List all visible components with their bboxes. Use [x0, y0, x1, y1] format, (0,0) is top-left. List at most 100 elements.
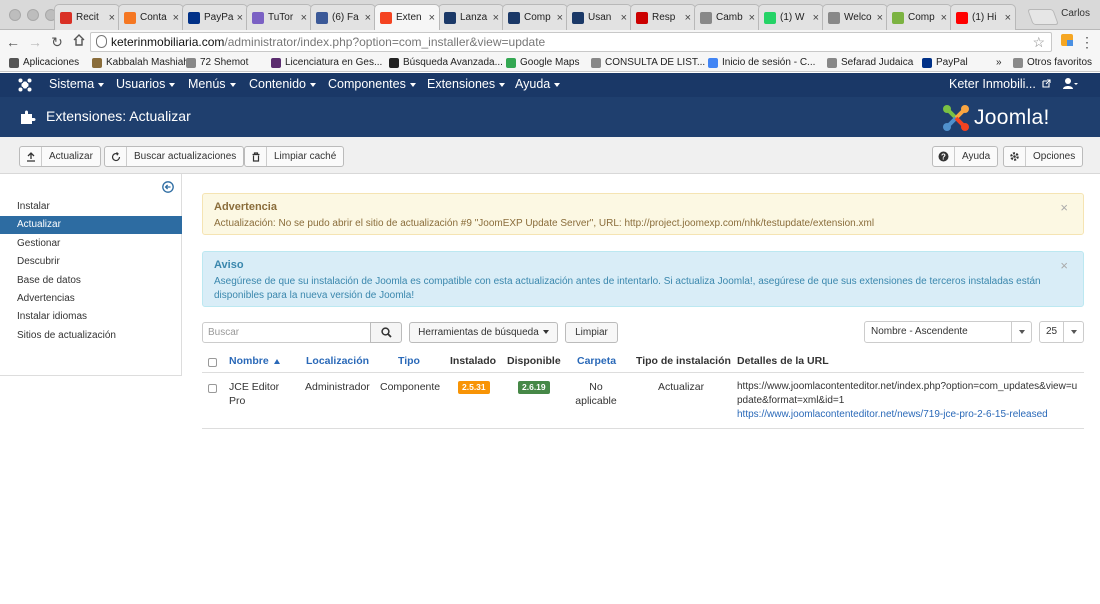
- find-updates-button[interactable]: Buscar actualizaciones: [104, 146, 245, 167]
- browser-tab[interactable]: (1) Hi ×: [950, 4, 1016, 30]
- bookmark-item[interactable]: Sefarad Judaica: [827, 57, 913, 68]
- nav-menu-2[interactable]: Usuarios: [116, 77, 176, 91]
- document-icon: [186, 57, 196, 68]
- joomla-logo-icon[interactable]: [18, 78, 32, 92]
- nav-menu-6[interactable]: Extensiones: [427, 77, 506, 91]
- browser-tab[interactable]: Welco ×: [822, 4, 888, 30]
- column-folder-header[interactable]: Carpeta: [577, 355, 616, 367]
- column-type-header[interactable]: Tipo: [398, 355, 420, 367]
- bookmark-item[interactable]: CONSULTA DE LIST...: [591, 57, 705, 68]
- column-location-header[interactable]: Localización: [306, 355, 369, 367]
- browser-tab[interactable]: Recit ×: [54, 4, 120, 30]
- clear-button[interactable]: Limpiar: [565, 322, 618, 343]
- close-tab-icon[interactable]: ×: [685, 12, 691, 24]
- warning-close-button[interactable]: ×: [1060, 200, 1068, 215]
- close-tab-icon[interactable]: ×: [813, 12, 819, 24]
- browser-tab-title: Comp: [908, 12, 935, 23]
- apps-icon: [9, 57, 19, 68]
- collapse-sidebar-icon[interactable]: [162, 181, 174, 193]
- nav-menu-1[interactable]: Sistema: [49, 77, 105, 91]
- close-tab-icon[interactable]: ×: [429, 12, 435, 24]
- browser-tab[interactable]: Comp ×: [502, 4, 568, 30]
- bookmark-item[interactable]: Aplicaciones: [9, 57, 79, 68]
- close-tab-icon[interactable]: ×: [109, 12, 115, 24]
- nav-menu-3[interactable]: Menús: [188, 77, 236, 91]
- window-minimize-button[interactable]: [27, 9, 39, 21]
- close-tab-icon[interactable]: ×: [941, 12, 947, 24]
- address-bar[interactable]: keterinmobiliaria.com/administrator/inde…: [90, 32, 1052, 52]
- reload-icon[interactable]: ↻: [48, 33, 66, 51]
- chrome-menu-icon[interactable]: ⋮: [1078, 33, 1096, 51]
- browser-tab[interactable]: TuTor ×: [246, 4, 312, 30]
- sidebar-item[interactable]: Instalar idiomas: [0, 308, 182, 326]
- back-arrow-icon[interactable]: ←: [4, 33, 22, 51]
- browser-tab[interactable]: Lanza ×: [438, 4, 504, 30]
- browser-tab[interactable]: (1) W ×: [758, 4, 824, 30]
- close-tab-icon[interactable]: ×: [301, 12, 307, 24]
- sidebar-item[interactable]: Actualizar: [0, 216, 182, 235]
- help-button[interactable]: ? Ayuda: [932, 146, 999, 167]
- search-tools-button[interactable]: Herramientas de búsqueda: [409, 322, 558, 343]
- close-tab-icon[interactable]: ×: [621, 12, 627, 24]
- window-close-button[interactable]: [9, 9, 21, 21]
- browser-tab[interactable]: Conta ×: [118, 4, 184, 30]
- browser-tab[interactable]: Usan ×: [566, 4, 632, 30]
- close-tab-icon[interactable]: ×: [173, 12, 179, 24]
- clear-cache-button[interactable]: Limpiar caché: [244, 146, 345, 167]
- browser-tab[interactable]: Camb ×: [694, 4, 760, 30]
- bookmark-item[interactable]: Google Maps: [506, 57, 579, 68]
- bookmark-label: PayPal: [936, 57, 968, 68]
- browser-tab[interactable]: Exten ×: [374, 4, 440, 30]
- bookmark-star-icon[interactable]: ☆: [1032, 33, 1045, 51]
- other-bookmarks[interactable]: Otros favoritos: [1013, 57, 1092, 68]
- nav-menu-4[interactable]: Contenido: [249, 77, 316, 91]
- browser-tab[interactable]: Resp ×: [630, 4, 696, 30]
- bookmark-item[interactable]: Kabbalah Mashiah: [92, 57, 189, 68]
- close-tab-icon[interactable]: ×: [877, 12, 883, 24]
- update-button[interactable]: Actualizar: [19, 146, 101, 167]
- sidebar-item[interactable]: Advertencias: [0, 290, 182, 308]
- row-checkbox[interactable]: [208, 384, 217, 393]
- info-close-button[interactable]: ×: [1060, 258, 1068, 273]
- user-menu[interactable]: [1062, 76, 1078, 92]
- info-url-link[interactable]: https://www.joomlacontenteditor.net/news…: [737, 408, 1082, 422]
- close-tab-icon[interactable]: ×: [1005, 12, 1011, 24]
- sidebar-item[interactable]: Base de datos: [0, 272, 182, 290]
- extension-icon[interactable]: [1058, 33, 1076, 51]
- site-link[interactable]: Keter Inmobili...: [949, 77, 1051, 91]
- options-button[interactable]: Opciones: [1003, 146, 1084, 167]
- home-icon[interactable]: [70, 33, 88, 51]
- close-tab-icon[interactable]: ×: [237, 12, 243, 24]
- bookmark-item[interactable]: Inicio de sesión - C...: [708, 57, 815, 68]
- bookmark-item[interactable]: Licenciatura en Ges...: [271, 57, 382, 68]
- sidebar-item[interactable]: Descubrir: [0, 253, 182, 271]
- bookmarks-overflow-button[interactable]: »: [996, 57, 1002, 68]
- close-tab-icon[interactable]: ×: [365, 12, 371, 24]
- select-all-checkbox[interactable]: [208, 358, 217, 367]
- new-tab-button[interactable]: [1027, 9, 1059, 25]
- search-input[interactable]: Buscar: [202, 322, 371, 343]
- bookmark-item[interactable]: Búsqueda Avanzada...: [389, 57, 503, 68]
- sidebar-item[interactable]: Sitios de actualización: [0, 327, 182, 345]
- sort-select[interactable]: Nombre - Ascendente: [864, 321, 1032, 343]
- sidebar-item[interactable]: Gestionar: [0, 235, 182, 253]
- forward-arrow-icon[interactable]: →: [26, 33, 44, 51]
- page-info-icon[interactable]: [96, 35, 107, 48]
- paypal-icon: [922, 57, 932, 68]
- close-tab-icon[interactable]: ×: [749, 12, 755, 24]
- limit-select[interactable]: 25: [1039, 321, 1084, 343]
- browser-tab[interactable]: Comp ×: [886, 4, 952, 30]
- close-tab-icon[interactable]: ×: [557, 12, 563, 24]
- browser-profile-name[interactable]: Carlos: [1061, 8, 1090, 19]
- browser-tab[interactable]: (6) Fa ×: [310, 4, 376, 30]
- search-button[interactable]: [370, 322, 402, 343]
- browser-tab[interactable]: PayPa ×: [182, 4, 248, 30]
- sidebar-item[interactable]: Instalar: [0, 198, 182, 216]
- bookmark-item[interactable]: PayPal: [922, 57, 968, 68]
- tutor-icon: [252, 11, 264, 24]
- close-tab-icon[interactable]: ×: [493, 12, 499, 24]
- nav-menu-5[interactable]: Componentes: [328, 77, 416, 91]
- bookmark-item[interactable]: 72 Shemot: [186, 57, 248, 68]
- column-name-header[interactable]: Nombre: [229, 355, 280, 367]
- nav-menu-7[interactable]: Ayuda: [515, 77, 561, 91]
